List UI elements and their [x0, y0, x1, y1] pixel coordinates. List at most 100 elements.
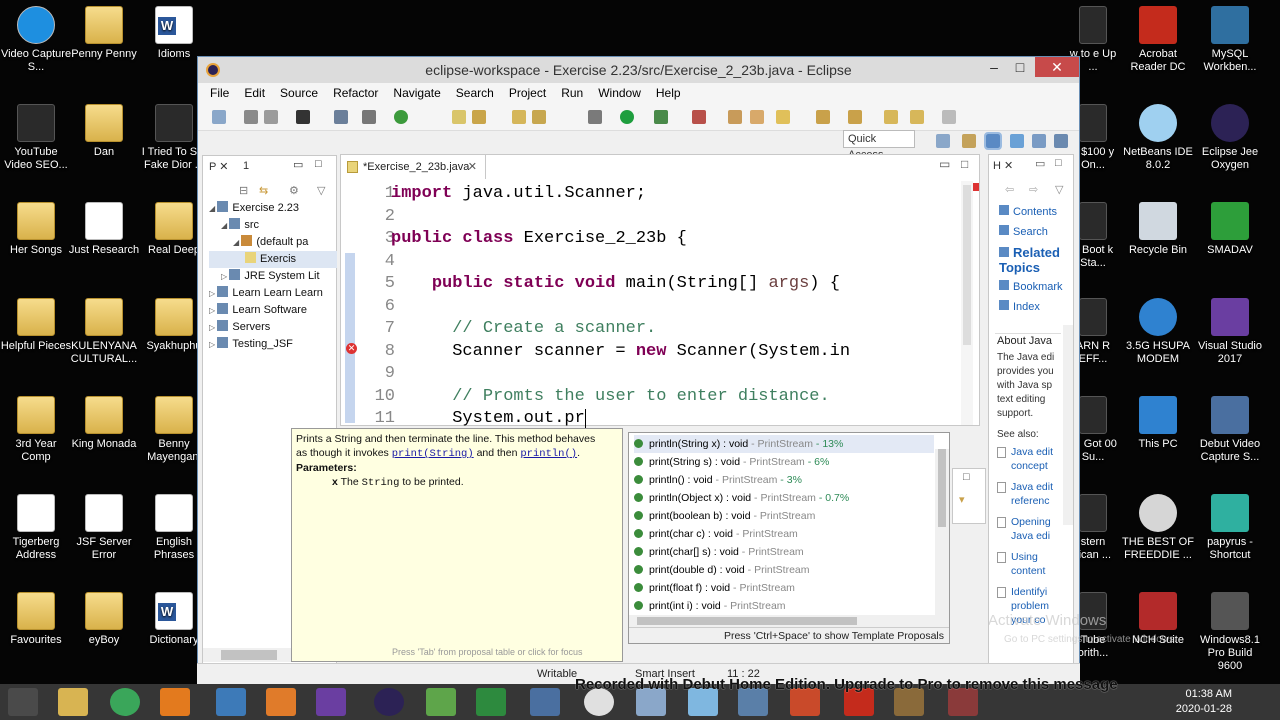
- type-hierarchy-tab[interactable]: 1: [243, 160, 249, 172]
- menu-run[interactable]: Run: [561, 86, 583, 100]
- minimize-panel-icon[interactable]: ▭: [293, 158, 303, 171]
- proposal-item[interactable]: println(String x) : void - PrintStream -…: [634, 435, 934, 453]
- proposal-item[interactable]: println(Object x) : void - PrintStream -…: [634, 489, 934, 507]
- related-topic[interactable]: Java edit referenc: [997, 480, 1065, 508]
- netbeans-taskbar-icon[interactable]: [530, 688, 560, 716]
- related-topic[interactable]: Opening Java edi: [997, 515, 1065, 543]
- file-explorer-taskbar-icon[interactable]: [58, 688, 88, 716]
- perspective-debug-icon[interactable]: [1010, 134, 1024, 148]
- link-editor-icon[interactable]: ⇆: [259, 184, 268, 197]
- help-minimize-icon[interactable]: ▭: [1035, 157, 1045, 170]
- tree-item[interactable]: ▷ Learn Software: [209, 302, 337, 319]
- close-tab-icon[interactable]: ✕: [468, 155, 477, 179]
- desktop-icon[interactable]: Penny Penny: [68, 6, 140, 61]
- python-taskbar-icon[interactable]: [216, 688, 246, 716]
- tree-item[interactable]: ◢ Exercise 2.23: [209, 200, 337, 217]
- menu-help[interactable]: Help: [656, 86, 681, 100]
- tree-toggle-icon[interactable]: ◢: [233, 238, 241, 247]
- tree-item[interactable]: ◢ (default pa: [209, 234, 337, 251]
- menu-source[interactable]: Source: [280, 86, 318, 100]
- help-scrollbar[interactable]: [1063, 325, 1073, 525]
- media-taskbar-icon[interactable]: [266, 688, 296, 716]
- proposal-item[interactable]: print(double d) : void - PrintStream: [634, 561, 934, 579]
- tree-toggle-icon[interactable]: ▷: [209, 323, 217, 332]
- desktop-icon[interactable]: Her Songs: [0, 202, 72, 257]
- desktop-icon[interactable]: Dan: [68, 104, 140, 159]
- desktop-icon[interactable]: papyrus - Shortcut: [1194, 494, 1266, 562]
- help-link[interactable]: Bookmark: [999, 280, 1071, 295]
- eclipse-taskbar-icon[interactable]: [374, 688, 404, 716]
- source-code[interactable]: import java.util.Scanner; public class E…: [391, 183, 850, 431]
- refresh-icon[interactable]: [394, 110, 408, 124]
- perspective-jee-icon[interactable]: [1032, 134, 1046, 148]
- new-java-project-icon[interactable]: [728, 110, 742, 124]
- help-maximize-icon[interactable]: □: [1055, 157, 1062, 169]
- desktop-icon[interactable]: Helpful Pieces: [0, 298, 72, 353]
- visual-studio-taskbar-icon[interactable]: [316, 688, 346, 716]
- desktop-icon[interactable]: Tigerberg Address: [0, 494, 72, 562]
- related-topic[interactable]: Java edit concept: [997, 445, 1065, 473]
- proposal-item[interactable]: print(String s) : void - PrintStream - 6…: [634, 453, 934, 471]
- new-class-icon[interactable]: [776, 110, 790, 124]
- editor-tab[interactable]: *Exercise_2_23b.java ✕: [341, 155, 486, 179]
- collapse-all-icon[interactable]: ⊟: [239, 184, 248, 197]
- back-icon[interactable]: [910, 110, 924, 124]
- tree-toggle-icon[interactable]: ◢: [221, 221, 229, 230]
- tree-toggle-icon[interactable]: ▷: [221, 272, 229, 281]
- menu-search[interactable]: Search: [456, 86, 494, 100]
- excel-taskbar-icon[interactable]: [476, 688, 506, 716]
- desktop-icon[interactable]: This PC: [1122, 396, 1194, 451]
- tree-toggle-icon[interactable]: ▷: [209, 289, 217, 298]
- related-topic[interactable]: Using content: [997, 550, 1065, 578]
- desktop-icon[interactable]: Favourites: [0, 592, 72, 647]
- package-explorer-tab[interactable]: P ✕: [209, 160, 228, 173]
- desktop-icon[interactable]: Eclipse Jee Oxygen: [1194, 104, 1266, 172]
- desktop-icon[interactable]: Debut Video Capture S...: [1194, 396, 1266, 464]
- desktop-icon[interactable]: MySQL Workben...: [1194, 6, 1266, 74]
- editor-vertical-scrollbar[interactable]: [961, 181, 973, 425]
- debug-icon[interactable]: [296, 110, 310, 124]
- desktop-icon[interactable]: 3rd Year Comp: [0, 396, 72, 464]
- help-view-menu-icon[interactable]: ▽: [1055, 183, 1063, 196]
- perspective-git-icon[interactable]: [1054, 134, 1068, 148]
- forward-icon[interactable]: [942, 110, 956, 124]
- desktop-icon[interactable]: Windows8.1 Pro Build 9600: [1194, 592, 1266, 673]
- help-forward-icon[interactable]: ⇨: [1029, 183, 1038, 196]
- start-button-icon[interactable]: [8, 688, 38, 716]
- editor-scroll-thumb[interactable]: [963, 185, 971, 345]
- desktop-icon[interactable]: eyBoy: [68, 592, 140, 647]
- desktop-icon[interactable]: Idioms: [138, 6, 210, 61]
- proposal-horizontal-scrollbar[interactable]: [629, 615, 935, 627]
- proposal-item[interactable]: println() : void - PrintStream - 3%: [634, 471, 934, 489]
- editor-minimize-icon[interactable]: ▭: [939, 157, 950, 171]
- editor-maximize-icon[interactable]: □: [961, 157, 968, 171]
- javadoc-hover[interactable]: Prints a String and then terminate the l…: [291, 428, 623, 662]
- help-link[interactable]: Contents: [999, 205, 1071, 220]
- desktop-icon[interactable]: Just Research: [68, 202, 140, 257]
- desktop-icon[interactable]: SMADAV: [1194, 202, 1266, 257]
- toggle-mark-icon[interactable]: [452, 110, 466, 124]
- code-editor[interactable]: *Exercise_2_23b.java ✕ ▭ □ ✕ 1 2 3 4 5 6 7 8 9 10…: [340, 154, 980, 428]
- help-link[interactable]: Related Topics: [999, 245, 1071, 275]
- new-icon[interactable]: [212, 110, 226, 124]
- view-filter-icon[interactable]: ⚙: [289, 184, 299, 197]
- tree-toggle-icon[interactable]: ◢: [209, 204, 217, 213]
- save-icon[interactable]: [244, 110, 258, 124]
- tree-item[interactable]: ▷ Learn Learn Learn: [209, 285, 337, 302]
- help-link[interactable]: Search: [999, 225, 1071, 240]
- outline-maximize-icon[interactable]: □: [963, 471, 970, 483]
- perspective-java-icon[interactable]: [984, 132, 1002, 150]
- console-icon[interactable]: [334, 110, 348, 124]
- previous-annotation-icon[interactable]: [848, 110, 862, 124]
- javadoc-link-println[interactable]: println(): [520, 448, 577, 460]
- external-tools-icon[interactable]: [692, 110, 706, 124]
- help-tab[interactable]: H ✕: [993, 159, 1013, 172]
- desktop-icon[interactable]: 3.5G HSUPA MODEM: [1122, 298, 1194, 366]
- menu-refactor[interactable]: Refactor: [333, 86, 378, 100]
- tree-toggle-icon[interactable]: ▷: [209, 306, 217, 315]
- menu-file[interactable]: File: [210, 86, 229, 100]
- proposal-hscroll-thumb[interactable]: [637, 617, 857, 625]
- menu-project[interactable]: Project: [509, 86, 546, 100]
- save-all-icon[interactable]: [264, 110, 278, 124]
- tree-toggle-icon[interactable]: ▷: [209, 340, 217, 349]
